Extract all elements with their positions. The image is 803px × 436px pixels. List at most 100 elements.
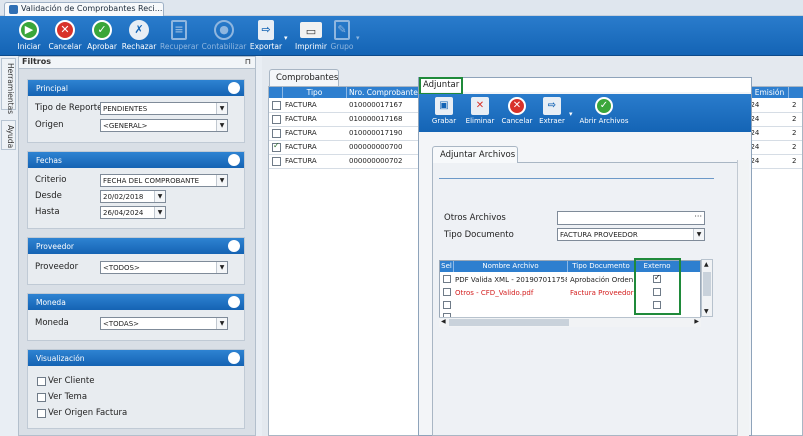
cell-tipo-documento: Aprobación Orden d — [570, 276, 634, 284]
iniciar-button[interactable]: ▶ Iniciar — [14, 18, 44, 54]
header-extra — [680, 261, 700, 272]
rechazar-label: Rechazar — [121, 42, 157, 51]
exportar-button[interactable]: ⇨ Exportar — [249, 18, 283, 54]
header-nombre-archivo[interactable]: Nombre Archivo — [454, 261, 568, 272]
chevron-down-icon[interactable]: ▼ — [216, 318, 227, 329]
header-tipo[interactable]: Tipo — [283, 87, 347, 98]
eliminar-button[interactable]: ✕ Eliminar — [465, 96, 495, 125]
ver-cliente-label: Ver Cliente — [48, 376, 95, 386]
sel-checkbox[interactable] — [443, 275, 451, 283]
ver-origen-factura-checkbox[interactable] — [37, 409, 46, 418]
row-checkbox[interactable] — [272, 129, 281, 138]
collapse-icon[interactable] — [228, 82, 240, 94]
header-sel[interactable]: Sel — [440, 261, 454, 272]
origen-select[interactable]: <GENERAL> ▼ — [100, 119, 228, 132]
adj-cancelar-button[interactable]: ✕ Cancelar — [501, 96, 533, 125]
collapse-icon[interactable] — [228, 296, 240, 308]
tab-comprobantes[interactable]: Comprobantes — [269, 69, 339, 86]
scroll-right-icon[interactable]: ▶ — [694, 318, 699, 325]
moneda-value: <TODAS> — [103, 320, 140, 328]
scroll-thumb[interactable] — [449, 319, 569, 326]
grupo-button[interactable]: ✎ Grupo — [330, 18, 354, 54]
group-principal-title: Principal — [36, 84, 68, 93]
group-principal: Principal Tipo de Reporte PENDIENTES ▼ O… — [27, 79, 245, 143]
imprimir-button[interactable]: ▭ Imprimir — [294, 18, 328, 54]
group-moneda-title: Moneda — [36, 298, 66, 307]
chevron-down-icon[interactable]: ▼ — [154, 191, 165, 202]
origen-label: Origen — [35, 120, 64, 130]
ver-cliente-checkbox[interactable] — [37, 377, 46, 386]
tab-adjuntar-archivos-label: Adjuntar Archivos — [440, 150, 516, 160]
recuperar-button[interactable]: ≡ Recuperar — [160, 18, 199, 54]
cancelar-button[interactable]: ✕ Cancelar — [48, 18, 82, 54]
thumbs-up-icon: ✓ — [92, 20, 112, 40]
ver-tema-checkbox[interactable] — [37, 393, 46, 402]
side-tab-ayuda[interactable]: Ayuda — [1, 120, 16, 150]
group-fechas-header[interactable]: Fechas — [28, 152, 244, 168]
chevron-down-icon[interactable]: ▼ — [216, 120, 227, 131]
chevron-down-icon[interactable]: ▼ — [216, 103, 227, 114]
desde-date-picker[interactable]: 20/02/2018 ▼ — [100, 190, 166, 203]
extraer-button[interactable]: ⇨ Extraer — [538, 96, 566, 125]
moneda-select[interactable]: <TODAS> ▼ — [100, 317, 228, 330]
cancel-icon: ✕ — [55, 20, 75, 40]
sel-checkbox[interactable] — [443, 301, 451, 309]
collapse-icon[interactable] — [228, 240, 240, 252]
abrir-archivos-button[interactable]: ✓ Abrir Archivos — [579, 96, 629, 125]
group-fechas: Fechas Criterio FECHA DEL COMPROBANTE ▼ … — [27, 151, 245, 229]
sel-checkbox[interactable] — [443, 288, 451, 296]
chevron-down-icon[interactable]: ▼ — [216, 262, 227, 273]
tipo-documento-select[interactable]: FACTURA PROVEEDOR ▼ — [557, 228, 705, 241]
browse-icon[interactable]: ··· — [694, 212, 702, 221]
collapse-icon[interactable] — [228, 352, 240, 364]
export-icon: ⇨ — [258, 20, 274, 40]
filters-header: Filtros ⊓ — [19, 57, 255, 69]
scroll-up-icon[interactable]: ▲ — [704, 261, 709, 268]
proveedor-label: Proveedor — [35, 262, 79, 272]
criterio-select[interactable]: FECHA DEL COMPROBANTE ▼ — [100, 174, 228, 187]
grupo-dropdown-icon[interactable]: ▾ — [356, 34, 360, 42]
externo-highlight-box — [634, 258, 681, 315]
side-tab-herramientas[interactable]: Herramientas — [1, 58, 16, 114]
header-nro-comprobante[interactable]: Nro. Comprobante — [347, 87, 422, 98]
exportar-dropdown-icon[interactable]: ▾ — [284, 34, 288, 42]
panel-scrollbar[interactable] — [737, 160, 749, 436]
grabar-button[interactable]: ▣ Grabar — [431, 96, 457, 125]
hasta-date-picker[interactable]: 26/04/2024 ▼ — [100, 206, 166, 219]
criterio-value: FECHA DEL COMPROBANTE — [103, 177, 200, 185]
chevron-down-icon[interactable]: ▼ — [216, 175, 227, 186]
rechazar-button[interactable]: ✗ Rechazar — [121, 18, 157, 54]
tipo-reporte-select[interactable]: PENDIENTES ▼ — [100, 102, 228, 115]
scroll-left-icon[interactable]: ◀ — [441, 318, 446, 325]
chevron-down-icon[interactable]: ▼ — [693, 229, 704, 240]
header-tipo-documento[interactable]: Tipo Documento — [568, 261, 635, 272]
aprobar-button[interactable]: ✓ Aprobar — [86, 18, 118, 54]
adjuntar-title-bar[interactable]: Adjuntar — [419, 78, 751, 92]
document-icon: ≡ — [171, 20, 187, 40]
extraer-dropdown-icon[interactable]: ▾ — [569, 110, 573, 118]
vertical-scrollbar[interactable]: ▲ ▼ — [701, 259, 713, 317]
horizontal-scrollbar[interactable]: ◀ ▶ — [439, 317, 701, 327]
contabilizar-button[interactable]: ● Contabilizar — [201, 18, 247, 54]
cell-edge: 2 — [792, 101, 797, 109]
document-tab[interactable]: Validación de Comprobantes Reci... — [4, 2, 164, 16]
scroll-thumb[interactable] — [703, 272, 711, 296]
otros-archivos-input[interactable]: ··· — [557, 211, 705, 225]
cell-tipo: FACTURA — [285, 101, 317, 109]
scroll-down-icon[interactable]: ▼ — [704, 308, 709, 315]
chevron-down-icon[interactable]: ▼ — [154, 207, 165, 218]
group-principal-header[interactable]: Principal — [28, 80, 244, 96]
iniciar-label: Iniciar — [17, 42, 41, 51]
group-moneda-header[interactable]: Moneda — [28, 294, 244, 310]
proveedor-select[interactable]: <TODOS> ▼ — [100, 261, 228, 274]
pin-icon[interactable]: ⊓ — [245, 57, 251, 66]
cell-tipo: FACTURA — [285, 143, 317, 151]
row-checkbox[interactable] — [272, 115, 281, 124]
row-checkbox[interactable] — [272, 141, 281, 152]
group-visualizacion-header[interactable]: Visualización — [28, 350, 244, 366]
collapse-icon[interactable] — [228, 154, 240, 166]
tab-adjuntar-archivos[interactable]: Adjuntar Archivos — [432, 146, 518, 163]
group-proveedor-header[interactable]: Proveedor — [28, 238, 244, 254]
row-checkbox[interactable] — [272, 101, 281, 110]
row-checkbox[interactable] — [272, 157, 281, 166]
